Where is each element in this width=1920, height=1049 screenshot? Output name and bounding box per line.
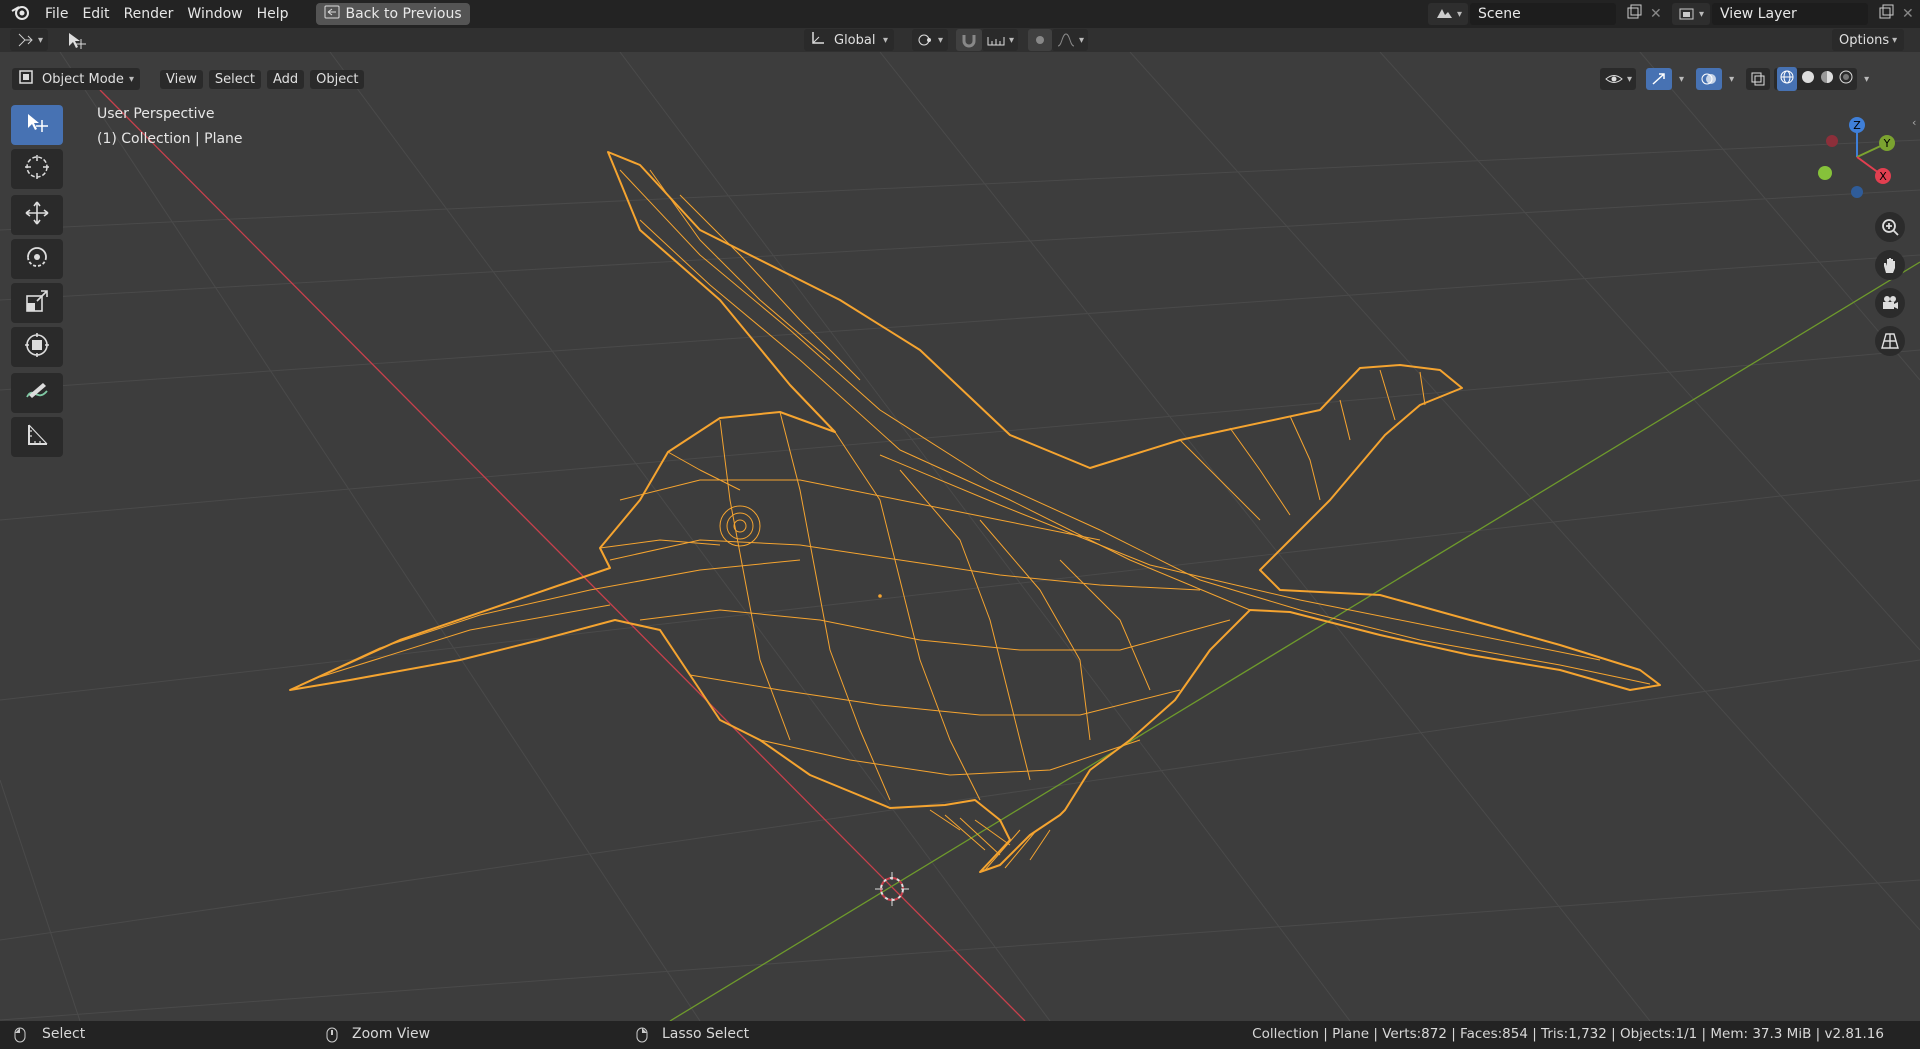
transform-icon bbox=[23, 331, 51, 363]
scene-selector-icon[interactable]: ▾ bbox=[1428, 3, 1469, 25]
scale-icon bbox=[23, 287, 51, 319]
tool-selector-icon[interactable]: ▾ bbox=[10, 29, 49, 51]
status-bar: Select Zoom View Lasso Select Collection… bbox=[0, 1021, 1920, 1049]
mode-label: Object Mode bbox=[42, 71, 124, 87]
back-to-previous-label: Back to Previous bbox=[345, 6, 462, 22]
gizmo-x-label: X bbox=[1879, 170, 1887, 183]
tool-settings-header: ▾ Global ▾ ▾ ▾ ▾ Options ▾ bbox=[0, 28, 1920, 52]
top-bar: File Edit Render Window Help Back to Pre… bbox=[0, 0, 1920, 28]
move-tool[interactable] bbox=[11, 195, 63, 235]
measure-icon bbox=[23, 421, 51, 453]
solid-shading-icon[interactable] bbox=[1800, 69, 1816, 89]
status-zoom-view: Zoom View bbox=[352, 1026, 431, 1042]
falloff-icon[interactable]: ▾ bbox=[1052, 29, 1089, 51]
scale-tool[interactable] bbox=[11, 283, 63, 323]
status-stats: Collection | Plane | Verts:872 | Faces:8… bbox=[1252, 1026, 1884, 1042]
scene-close-icon[interactable]: ✕ bbox=[1650, 6, 1662, 22]
material-shading-icon[interactable] bbox=[1819, 69, 1835, 89]
viewport-header: Object Mode ▾ View Select Add Object ▾ ▾… bbox=[0, 67, 1920, 92]
view-layer-close-icon[interactable]: ✕ bbox=[1902, 6, 1914, 22]
orientation-icon bbox=[810, 30, 826, 50]
annotate-icon bbox=[23, 377, 51, 409]
measure-tool[interactable] bbox=[11, 417, 63, 457]
visibility-icon[interactable]: ▾ bbox=[1600, 68, 1637, 90]
overlay-toggle-icon[interactable] bbox=[1696, 68, 1723, 90]
floor-grid bbox=[0, 52, 1920, 1021]
annotate-tool[interactable] bbox=[11, 373, 63, 413]
back-icon bbox=[324, 5, 340, 23]
blender-logo-icon[interactable] bbox=[10, 1, 32, 27]
sidebar-toggle-icon[interactable]: ‹ bbox=[1912, 116, 1916, 129]
menu-help[interactable]: Help bbox=[250, 0, 296, 28]
navigation-gizmo[interactable]: Z Y X bbox=[1815, 112, 1895, 202]
options-label: Options bbox=[1839, 32, 1890, 48]
rotate-icon bbox=[23, 243, 51, 275]
view-layer-name-field[interactable]: View Layer bbox=[1712, 3, 1869, 25]
select-box-tool[interactable] bbox=[11, 105, 63, 145]
perspective-label: User Perspective bbox=[97, 106, 215, 122]
rendered-shading-icon[interactable] bbox=[1838, 69, 1854, 89]
scene-copy-icon[interactable] bbox=[1626, 4, 1642, 24]
collection-info-label: (1) Collection | Plane bbox=[97, 131, 243, 147]
menu-render[interactable]: Render bbox=[117, 0, 181, 28]
gizmo-y-label: Y bbox=[1883, 137, 1891, 150]
cursor-tool[interactable] bbox=[11, 149, 63, 189]
options-dropdown[interactable]: Options ▾ bbox=[1832, 29, 1905, 51]
transform-tool[interactable] bbox=[11, 327, 63, 367]
move-icon bbox=[23, 199, 51, 231]
camera-view-icon[interactable] bbox=[1875, 288, 1905, 318]
snap-toggle-icon[interactable] bbox=[956, 29, 982, 51]
x-axis-line bbox=[99, 89, 1026, 1021]
orientation-dropdown[interactable]: Global ▾ bbox=[804, 29, 895, 51]
zoom-icon[interactable] bbox=[1875, 212, 1905, 242]
gizmo-toggle-icon[interactable] bbox=[1646, 68, 1673, 90]
viewport-menu-select[interactable]: Select bbox=[208, 69, 261, 89]
menu-edit[interactable]: Edit bbox=[75, 0, 116, 28]
pivot-point-icon[interactable]: ▾ bbox=[912, 29, 949, 51]
view-layer-copy-icon[interactable] bbox=[1878, 4, 1894, 24]
perspective-toggle-icon[interactable] bbox=[1875, 326, 1905, 356]
orientation-label: Global bbox=[834, 32, 876, 48]
wireframe-shading-icon[interactable] bbox=[1777, 67, 1798, 91]
pan-hand-icon[interactable] bbox=[1875, 250, 1905, 280]
xray-toggle-icon[interactable] bbox=[1746, 68, 1771, 90]
mode-dropdown[interactable]: Object Mode ▾ bbox=[12, 68, 141, 90]
viewport-scene bbox=[0, 52, 1920, 1021]
scene-name-field[interactable]: Scene bbox=[1470, 3, 1617, 25]
back-to-previous-button[interactable]: Back to Previous bbox=[315, 3, 470, 25]
object-mode-icon bbox=[18, 69, 34, 89]
overlay-dropdown-icon[interactable]: ▾ bbox=[1729, 74, 1734, 85]
mouse-left-icon bbox=[14, 1027, 26, 1047]
proportional-edit-icon[interactable] bbox=[1028, 29, 1052, 51]
gizmo-dropdown-icon[interactable]: ▾ bbox=[1679, 74, 1684, 85]
status-lasso-select: Lasso Select bbox=[662, 1026, 750, 1042]
snap-target-icon[interactable]: ▾ bbox=[982, 29, 1019, 51]
mouse-middle-icon bbox=[326, 1027, 338, 1047]
3d-viewport[interactable] bbox=[0, 52, 1920, 1021]
3d-cursor-icon[interactable] bbox=[875, 872, 909, 906]
mouse-right-icon bbox=[636, 1027, 648, 1047]
toolbox bbox=[11, 105, 63, 461]
viewport-menu-add[interactable]: Add bbox=[266, 69, 305, 89]
menu-file[interactable]: File bbox=[38, 0, 75, 28]
viewport-menu-object[interactable]: Object bbox=[310, 69, 365, 89]
view-layer-selector-icon[interactable]: ▾ bbox=[1672, 3, 1711, 25]
viewport-menu-view[interactable]: View bbox=[160, 69, 203, 89]
y-axis-line bbox=[669, 261, 1920, 1021]
bird-wireframe-mesh[interactable] bbox=[289, 151, 1661, 873]
cursor-icon bbox=[23, 153, 51, 185]
menu-window[interactable]: Window bbox=[180, 0, 249, 28]
status-select: Select bbox=[42, 1026, 86, 1042]
gizmo-z-label: Z bbox=[1853, 119, 1861, 132]
rotate-tool[interactable] bbox=[11, 239, 63, 279]
select-mode-icon[interactable] bbox=[66, 31, 88, 55]
shading-dropdown-icon[interactable]: ▾ bbox=[1864, 74, 1869, 85]
select-box-icon bbox=[24, 111, 50, 139]
